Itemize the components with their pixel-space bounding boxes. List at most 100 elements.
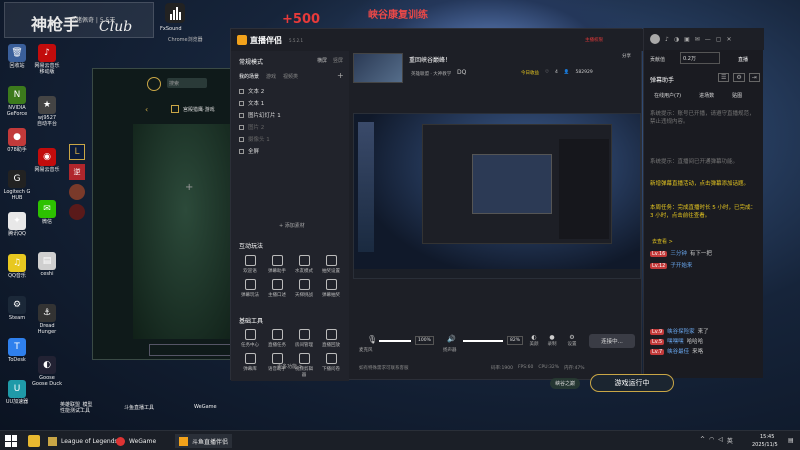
basic-tool-0[interactable]: 任务中心 (239, 329, 261, 348)
scene-item[interactable]: 摄像头 1 (239, 135, 270, 143)
desktop-bottom-label-1[interactable]: 英雄联盟_模型 性能测试工具 (60, 402, 93, 414)
scene-checkbox[interactable] (239, 148, 244, 154)
desktop-icon-8[interactable]: U UU加速器 (0, 380, 34, 405)
desktop-icon-1[interactable]: N NVIDIA GeForce (0, 86, 34, 117)
basic-tool-4[interactable]: 弹幕库 (239, 353, 261, 372)
lol-strip-icon-1[interactable]: L (69, 144, 85, 160)
lol-client-window[interactable]: 搜索 ‹ 宫殿猎鹰·游戏 + (92, 68, 240, 360)
scene-checkbox[interactable] (239, 124, 244, 130)
scene-checkbox[interactable] (239, 136, 244, 142)
interaction-tile-5[interactable]: 主播口述 (266, 279, 288, 298)
mic-percent[interactable]: 100% (415, 336, 434, 345)
add-scene-icon[interactable]: + (337, 71, 344, 80)
basic-tool-3[interactable]: 直播回放 (320, 329, 342, 348)
top-action-share[interactable]: 分享 (622, 53, 631, 59)
desktop-icon-b-1[interactable]: ★ wj9527 自动平台 (30, 96, 64, 127)
tray-up-icon[interactable]: ^ (700, 436, 705, 445)
sub-tab-sticker[interactable]: 贴图 (732, 92, 742, 99)
volume-icon[interactable]: ◁ (718, 436, 723, 445)
desktop-icon-6[interactable]: ⚙ Steam (0, 296, 34, 321)
headset-icon[interactable]: ◑ (674, 36, 679, 43)
task-item-lol[interactable]: League of Legends (44, 434, 122, 448)
maximize-icon[interactable]: ▢ (716, 36, 722, 43)
task-item-companion[interactable]: 斗鱼直播伴侣 (175, 434, 233, 448)
lol-strip-icon-3[interactable] (69, 184, 85, 200)
beauty-tool[interactable]: ◐ 美颜 (527, 334, 541, 347)
notification-icon[interactable]: ▤ (788, 437, 794, 444)
clock-date[interactable]: 2025/11/5 (752, 442, 778, 448)
start-icon[interactable] (5, 435, 17, 447)
chat-username[interactable]: 嘿嘿嘿 (667, 339, 684, 345)
chat-username[interactable]: 峡谷最佳 (667, 349, 689, 355)
chat-username[interactable]: 子开始来 (670, 263, 692, 269)
stream-category[interactable]: 英雄联盟 · 大神教学 (411, 71, 451, 77)
desktop-icon-7[interactable]: T ToDesk (0, 338, 34, 363)
mic-slider[interactable] (379, 340, 411, 342)
speaker-slider[interactable] (463, 340, 503, 342)
mode-edit[interactable]: 横屏 (317, 57, 327, 64)
chat-username[interactable]: 三分钟 (670, 251, 687, 257)
scene-tab-video[interactable]: 视频类 (283, 73, 298, 80)
start-stream-button[interactable]: 连接中... (589, 334, 635, 348)
basic-tool-2[interactable]: 房间管理 (293, 329, 315, 348)
shirt-icon[interactable]: ▣ (684, 36, 690, 43)
scene-checkbox[interactable] (239, 112, 244, 118)
clock-time[interactable]: 15:45 (760, 434, 774, 440)
bell-icon[interactable]: ♪ (665, 36, 669, 43)
desktop-icon-2[interactable]: ● 078助手 (0, 128, 34, 153)
sub-tab-online[interactable]: 在线用户(7) (654, 92, 681, 99)
lol-back-icon[interactable]: ‹ (145, 105, 148, 114)
interaction-tile-3[interactable]: 抽奖设置 (320, 255, 342, 274)
live-preview[interactable] (353, 113, 641, 279)
chat-username[interactable]: 峡谷探险家 (667, 329, 695, 335)
more-functions-link[interactable]: 更多功能 > (277, 363, 303, 370)
minimize-icon[interactable]: — (705, 36, 711, 43)
interaction-tile-7[interactable]: 弹幕抽奖 (320, 279, 342, 298)
lol-search-input[interactable]: 搜索 (167, 78, 207, 88)
game-running-button[interactable]: 游戏运行中 (590, 374, 674, 392)
top-action-authority[interactable]: 主播权限 (585, 37, 603, 43)
desktop-icon-3[interactable]: G Logitech G HUB (0, 170, 34, 201)
tab-contribution[interactable]: 贡献值 (650, 56, 665, 63)
speaker-percent[interactable]: 82% (507, 336, 524, 345)
desktop-icon-b-6[interactable]: ◐ Goose Goose Duck (30, 356, 64, 387)
settings-tool[interactable]: ⚙ 设置 (565, 334, 579, 347)
tab-live[interactable]: 直播 (738, 56, 748, 63)
chat-list-icon[interactable]: ☰ (718, 73, 730, 82)
scene-item[interactable]: 图片 2 (239, 123, 264, 131)
chat-settings-icon[interactable]: ⚙ (733, 73, 745, 82)
stream-title[interactable]: 重回峡谷巅峰！ (409, 55, 451, 64)
add-material-button[interactable]: + 添加素材 (279, 222, 305, 229)
chat-collapse-icon[interactable]: ⇥ (748, 73, 760, 82)
scene-checkbox[interactable] (239, 100, 244, 106)
lol-chat-box[interactable] (149, 344, 239, 356)
basic-tool-1[interactable]: 直播任务 (266, 329, 288, 348)
scene-checkbox[interactable] (239, 88, 244, 94)
desktop-bottom-label-3[interactable]: WeGame (194, 404, 217, 410)
quest-link[interactable]: 去查看 > (652, 238, 673, 245)
desktop-icon-b-4[interactable]: ▤ ceshi (30, 252, 64, 277)
scene-item[interactable]: 图片幻灯片 1 (239, 111, 281, 119)
desktop-icon-b-0[interactable]: ♪ 网易云音乐 移动版 (30, 44, 64, 75)
mic-icon[interactable]: 🎙 (367, 335, 377, 344)
interaction-tile-4[interactable]: 弹幕玩法 (239, 279, 261, 298)
scene-tab-game[interactable]: 游戏 (266, 73, 276, 80)
lol-strip-icon-4[interactable] (69, 204, 85, 220)
basic-tool-7[interactable]: 下播问卷 (320, 353, 342, 372)
interaction-tile-1[interactable]: 弹幕助手 (266, 255, 288, 274)
speaker-icon[interactable]: 🔊 (447, 335, 456, 343)
desktop-icon-b-3[interactable]: ✉ 微信 (30, 200, 64, 225)
scene-item[interactable]: 文本 2 (239, 87, 264, 95)
wifi-icon[interactable]: ◠ (709, 436, 714, 445)
scene-item[interactable]: 全屏 (239, 147, 259, 155)
gift-icon[interactable]: ✉ (695, 36, 700, 43)
interaction-tile-6[interactable]: 天梯挑战 (293, 279, 315, 298)
task-folder-icon[interactable] (28, 435, 40, 447)
task-item-wegame[interactable]: WeGame (112, 434, 160, 448)
lang-indicator[interactable]: 英 (727, 436, 733, 445)
desktop-icon-0[interactable]: 🗑 回收站 (0, 44, 34, 69)
scene-tab-mine[interactable]: 我的场景 (239, 73, 259, 80)
desktop-icon-5[interactable]: ♫ QQ音乐 (0, 254, 34, 279)
interaction-tile-2[interactable]: 水友模式 (293, 255, 315, 274)
desktop-icon-b-5[interactable]: ⚓ Dread Hunger (30, 304, 64, 335)
